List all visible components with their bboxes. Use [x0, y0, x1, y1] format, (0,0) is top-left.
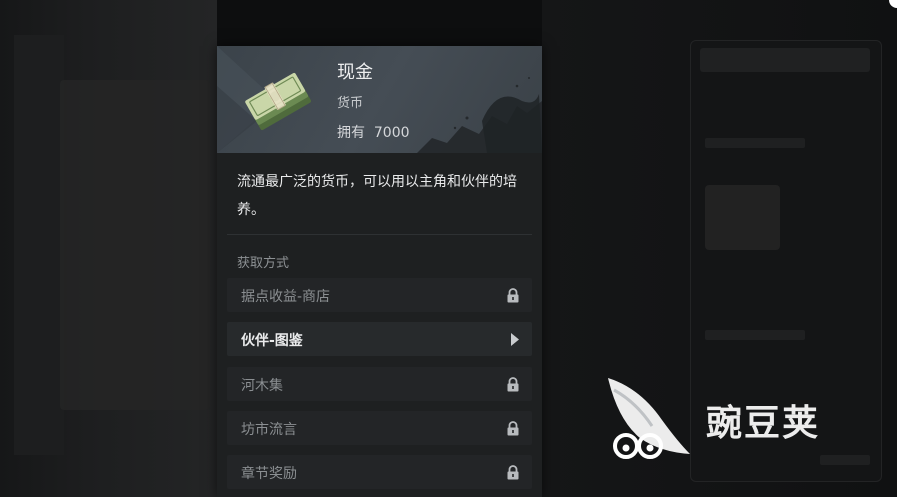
- source-row-hemuji[interactable]: 河木集: [227, 367, 532, 401]
- lock-icon: [507, 377, 519, 392]
- source-label: 据点收益-商店: [241, 289, 331, 305]
- lock-icon: [507, 288, 519, 303]
- divider: [227, 234, 532, 235]
- background-left-strip: [14, 35, 64, 455]
- source-label: 河木集: [241, 378, 283, 394]
- source-label: 章节奖励: [241, 466, 297, 482]
- chevron-right-icon: [511, 333, 519, 346]
- source-row-partner-codex[interactable]: 伙伴-图鉴: [227, 322, 532, 356]
- item-name: 现金: [337, 62, 373, 83]
- lock-icon: [507, 421, 519, 436]
- source-row-stronghold-shop[interactable]: 据点收益-商店: [227, 278, 532, 312]
- source-label: 伙伴-图鉴: [241, 333, 303, 349]
- background-right-header: [700, 48, 870, 72]
- source-row-chapter-reward[interactable]: 章节奖励: [227, 455, 532, 489]
- lock-icon: [507, 465, 519, 480]
- source-label: 坊市流言: [241, 422, 297, 438]
- wandoujia-logo-icon: [608, 378, 690, 459]
- background-right-bar: [705, 138, 805, 148]
- watermark-text: 豌豆荚: [706, 403, 821, 444]
- item-type: 货币: [337, 96, 364, 111]
- acquire-section-label: 获取方式: [237, 256, 290, 271]
- background-left-panel: [60, 80, 210, 410]
- background-right-bar: [820, 455, 870, 465]
- item-owned-count: 拥有 7000: [337, 125, 410, 141]
- background-right-bar: [705, 330, 805, 340]
- source-row-market-rumor[interactable]: 坊市流言: [227, 411, 532, 445]
- item-detail-panel: 现金 货币 拥有 7000 流通最广泛的货币，可以用以主角和伙伴的培养。 获取方…: [217, 46, 542, 497]
- item-header: 现金 货币 拥有 7000: [217, 46, 542, 153]
- background-right-card: [705, 185, 780, 250]
- item-description: 流通最广泛的货币，可以用以主角和伙伴的培养。: [237, 174, 517, 218]
- cash-stack-icon: [245, 73, 312, 130]
